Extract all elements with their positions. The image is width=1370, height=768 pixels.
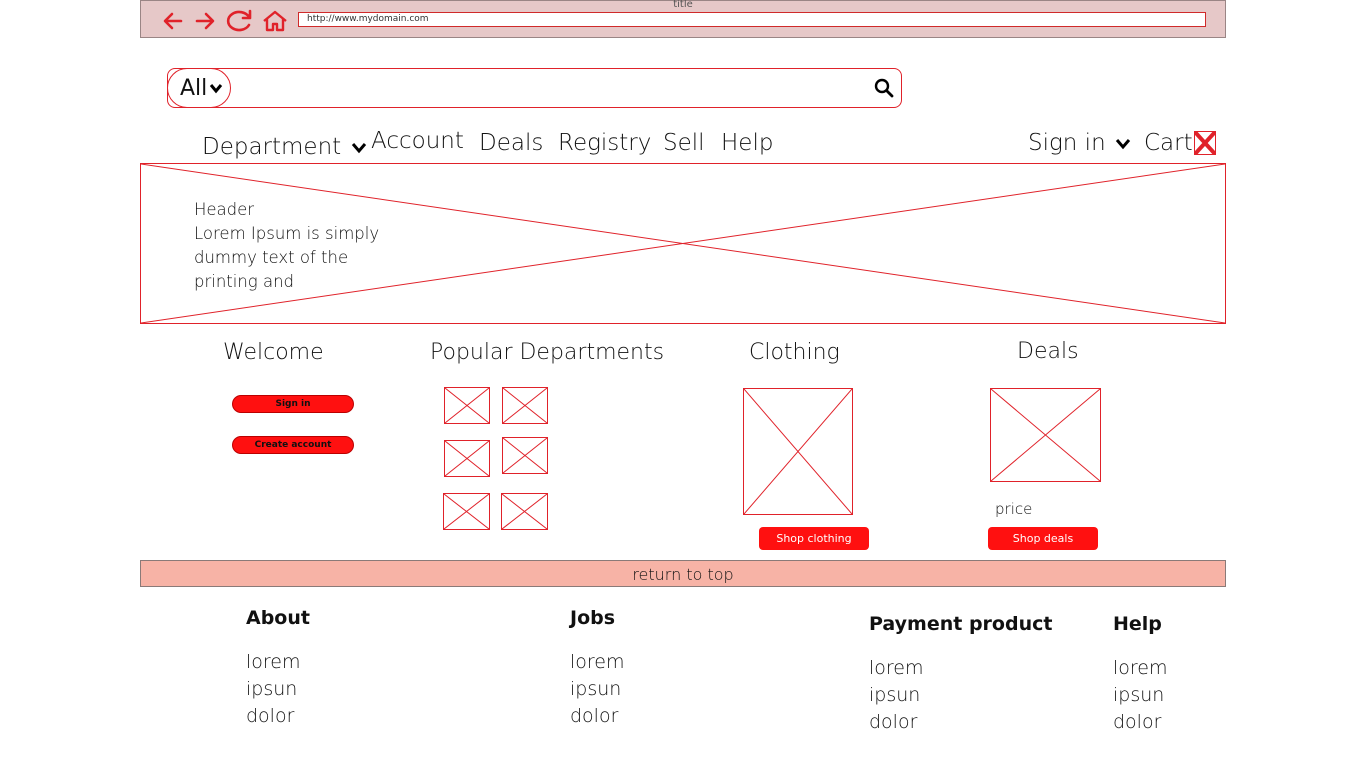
- nav-department[interactable]: Department: [202, 134, 367, 160]
- footer-column-help: Help lorem ipsun dolor: [1113, 613, 1168, 736]
- reload-icon[interactable]: [225, 9, 253, 33]
- nav-sign-in[interactable]: Sign in: [1028, 130, 1131, 156]
- nav-sell[interactable]: Sell: [663, 130, 705, 156]
- chevron-down-icon: [351, 142, 366, 153]
- nav-sign-in-label: Sign in: [1028, 130, 1106, 156]
- department-tile[interactable]: [444, 387, 490, 424]
- search-icon[interactable]: [872, 77, 896, 101]
- nav-department-label: Department: [202, 134, 342, 160]
- department-tile[interactable]: [502, 387, 548, 424]
- shop-deals-button[interactable]: Shop deals: [988, 527, 1098, 550]
- footer-link[interactable]: dolor: [246, 703, 310, 730]
- footer-heading: Help: [1113, 613, 1162, 635]
- deals-title: Deals: [1017, 339, 1079, 364]
- footer-link[interactable]: ipsun: [246, 676, 310, 703]
- return-to-top-link[interactable]: return to top: [140, 560, 1226, 587]
- window-title: title: [673, 0, 693, 10]
- search-category-select[interactable]: All: [167, 68, 231, 108]
- search-input[interactable]: [238, 72, 862, 106]
- nav-registry[interactable]: Registry: [558, 130, 651, 156]
- nav-account[interactable]: Account: [371, 128, 464, 154]
- deal-price: price: [995, 500, 1033, 518]
- footer-heading: Jobs: [570, 607, 616, 629]
- footer-link[interactable]: ipsun: [570, 676, 625, 703]
- popular-departments-title: Popular Departments: [430, 340, 665, 365]
- browser-toolbar: title http://www.mydomain.com: [140, 0, 1226, 38]
- footer-link[interactable]: ipsun: [1113, 682, 1168, 709]
- footer-link[interactable]: lorem: [1113, 655, 1168, 682]
- back-arrow-icon[interactable]: [161, 9, 185, 33]
- department-tile[interactable]: [502, 437, 548, 474]
- hero-body: Lorem Ipsum is simply dummy text of the …: [194, 224, 380, 291]
- cart-icon[interactable]: [1194, 131, 1216, 155]
- nav-cart[interactable]: Cart: [1144, 130, 1193, 156]
- footer-link[interactable]: dolor: [1113, 709, 1168, 736]
- footer-link[interactable]: dolor: [869, 709, 1052, 736]
- footer-link[interactable]: ipsun: [869, 682, 1052, 709]
- footer-heading: Payment product: [869, 613, 1053, 635]
- footer-column-payment-product: Payment product lorem ipsun dolor: [869, 613, 1052, 736]
- footer-link[interactable]: lorem: [570, 649, 625, 676]
- shop-clothing-button[interactable]: Shop clothing: [759, 527, 869, 550]
- address-bar[interactable]: http://www.mydomain.com: [298, 12, 1206, 27]
- department-tile[interactable]: [501, 493, 548, 530]
- department-tile[interactable]: [443, 493, 490, 530]
- hero-heading: Header: [194, 200, 255, 219]
- clothing-image[interactable]: [743, 388, 853, 515]
- search-category-label: All: [180, 76, 208, 101]
- chevron-down-icon: [1115, 138, 1131, 149]
- footer-link[interactable]: lorem: [869, 655, 1052, 682]
- welcome-title: Welcome: [223, 340, 324, 365]
- department-tile[interactable]: [444, 440, 490, 477]
- footer-link[interactable]: lorem: [246, 649, 310, 676]
- footer-column-about: About lorem ipsun dolor: [246, 607, 310, 730]
- clothing-title: Clothing: [749, 340, 840, 365]
- nav-help[interactable]: Help: [721, 130, 773, 156]
- chevron-down-icon: [209, 84, 223, 94]
- forward-arrow-icon[interactable]: [193, 9, 217, 33]
- footer-column-jobs: Jobs lorem ipsun dolor: [570, 607, 625, 730]
- footer-link[interactable]: dolor: [570, 703, 625, 730]
- create-account-button[interactable]: Create account: [232, 436, 354, 454]
- deals-image[interactable]: [990, 388, 1101, 482]
- nav-cart-label: Cart: [1144, 130, 1193, 156]
- sign-in-button[interactable]: Sign in: [232, 395, 354, 413]
- home-icon[interactable]: [262, 9, 288, 33]
- hero-text: Header Lorem Ipsum is simply dummy text …: [194, 198, 394, 294]
- nav-deals[interactable]: Deals: [479, 130, 543, 156]
- footer-heading: About: [246, 607, 310, 629]
